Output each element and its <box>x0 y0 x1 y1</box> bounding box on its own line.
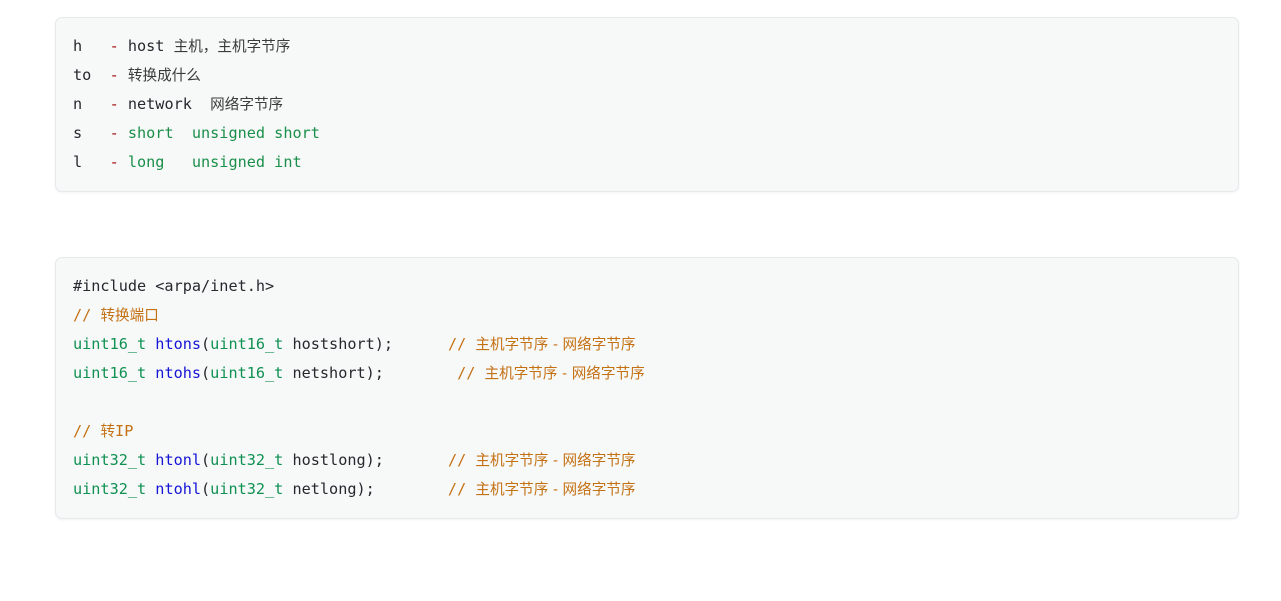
code-token-type: uint16_t <box>73 335 156 353</box>
code-token-type: uint16_t <box>210 335 284 353</box>
code-line: uint16_t htons(uint16_t hostshort); // 主… <box>56 330 1238 359</box>
code-line: s - short unsigned short <box>56 119 1238 148</box>
code-token-fn: htonl <box>155 451 202 469</box>
code-token-comment: IP <box>115 422 134 440</box>
code-token-plain: netlong); <box>283 480 375 498</box>
code-token-comment: // <box>73 422 101 440</box>
code-token-comment: // <box>447 480 476 498</box>
code-block-byte-order-api: #include <arpa/inet.h>// 转换端口 uint16_t ht… <box>55 257 1239 519</box>
code-token-plain: s <box>73 124 110 142</box>
page-root: h - host 主机，主机字节序 to - 转换成什么 n - network 网… <box>0 0 1281 601</box>
code-token-plain: h <box>73 37 110 55</box>
code-token-punc: ( <box>201 335 211 353</box>
code-line: // 转换端口 <box>56 301 1238 330</box>
code-token-type: uint16_t <box>73 364 156 382</box>
code-token-dash: - <box>109 124 128 142</box>
code-token-comment: // <box>457 364 485 382</box>
code-line: to - 转换成什么 <box>56 61 1238 90</box>
code-token-green: long unsigned int <box>127 153 302 171</box>
code-token-comment-cjk: 转 <box>100 423 116 440</box>
code-token-fn: ntohl <box>155 480 202 498</box>
code-token-plain: host <box>127 37 174 55</box>
code-line: h - host 主机，主机字节序 <box>56 32 1238 61</box>
code-token-type: uint32_t <box>73 451 156 469</box>
code-block-mnemonic-legend: h - host 主机，主机字节序 to - 转换成什么 n - network 网… <box>55 17 1239 192</box>
code-token-cjk: 转换成什么 <box>127 67 201 84</box>
code-token-plain: netshort); <box>283 364 384 382</box>
code-line: l - long unsigned int <box>56 148 1238 177</box>
code-token-type: uint32_t <box>210 480 284 498</box>
code-token-punc: ( <box>201 364 211 382</box>
code-line: #include <arpa/inet.h> <box>56 272 1238 301</box>
code-token-punc: ( <box>201 451 211 469</box>
code-token-plain: #include <arpa/inet.h> <box>73 277 275 295</box>
code-token-plain: network <box>127 95 211 113</box>
code-token-comment-cjk: 主机字节序 - 网络字节序 <box>475 452 636 469</box>
code-token-dash: - <box>109 66 128 84</box>
code-token-plain: to <box>73 66 110 84</box>
code-token-plain: l <box>73 153 110 171</box>
code-line: n - network 网络字节序 <box>56 90 1238 119</box>
code-token-plain: hostlong); <box>283 451 384 469</box>
code-token-type: uint16_t <box>210 364 284 382</box>
code-token-punc: ( <box>201 480 211 498</box>
code-token-comment-cjk: 主机字节序 - 网络字节序 <box>475 336 636 353</box>
code-line: // 转IP <box>56 417 1238 446</box>
code-token-comment: // <box>447 335 476 353</box>
code-token-cjk: 主机，主机字节序 <box>173 38 291 55</box>
code-token-plain: n <box>73 95 110 113</box>
code-token-comment-cjk: 转换端口 <box>100 307 159 324</box>
code-token-comment-cjk: 主机字节序 - 网络字节序 <box>475 481 636 498</box>
code-line: uint32_t ntohl(uint32_t netlong); // 主机字… <box>56 475 1238 504</box>
code-token-green: short unsigned short <box>127 124 320 142</box>
code-block-body[interactable]: #include <arpa/inet.h>// 转换端口 uint16_t ht… <box>56 272 1238 504</box>
code-token-type: uint32_t <box>210 451 284 469</box>
code-line: uint32_t htonl(uint32_t hostlong); // 主机… <box>56 446 1238 475</box>
code-token-comment: // <box>73 306 101 324</box>
code-token-comment-cjk: 主机字节序 - 网络字节序 <box>484 365 645 382</box>
code-line: uint16_t ntohs(uint16_t netshort); // 主机… <box>56 359 1238 388</box>
code-token-comment: // <box>447 451 476 469</box>
code-token-type: uint32_t <box>73 480 156 498</box>
code-token-fn: htons <box>155 335 202 353</box>
code-token-dash: - <box>109 95 128 113</box>
code-token-dash: - <box>109 37 128 55</box>
code-token-dash: - <box>109 153 128 171</box>
code-token-plain: hostshort); <box>283 335 394 353</box>
code-block-body[interactable]: h - host 主机，主机字节序 to - 转换成什么 n - network 网… <box>56 32 1238 177</box>
code-token-fn: ntohs <box>155 364 202 382</box>
code-token-cjk: 网络字节序 <box>210 96 284 113</box>
